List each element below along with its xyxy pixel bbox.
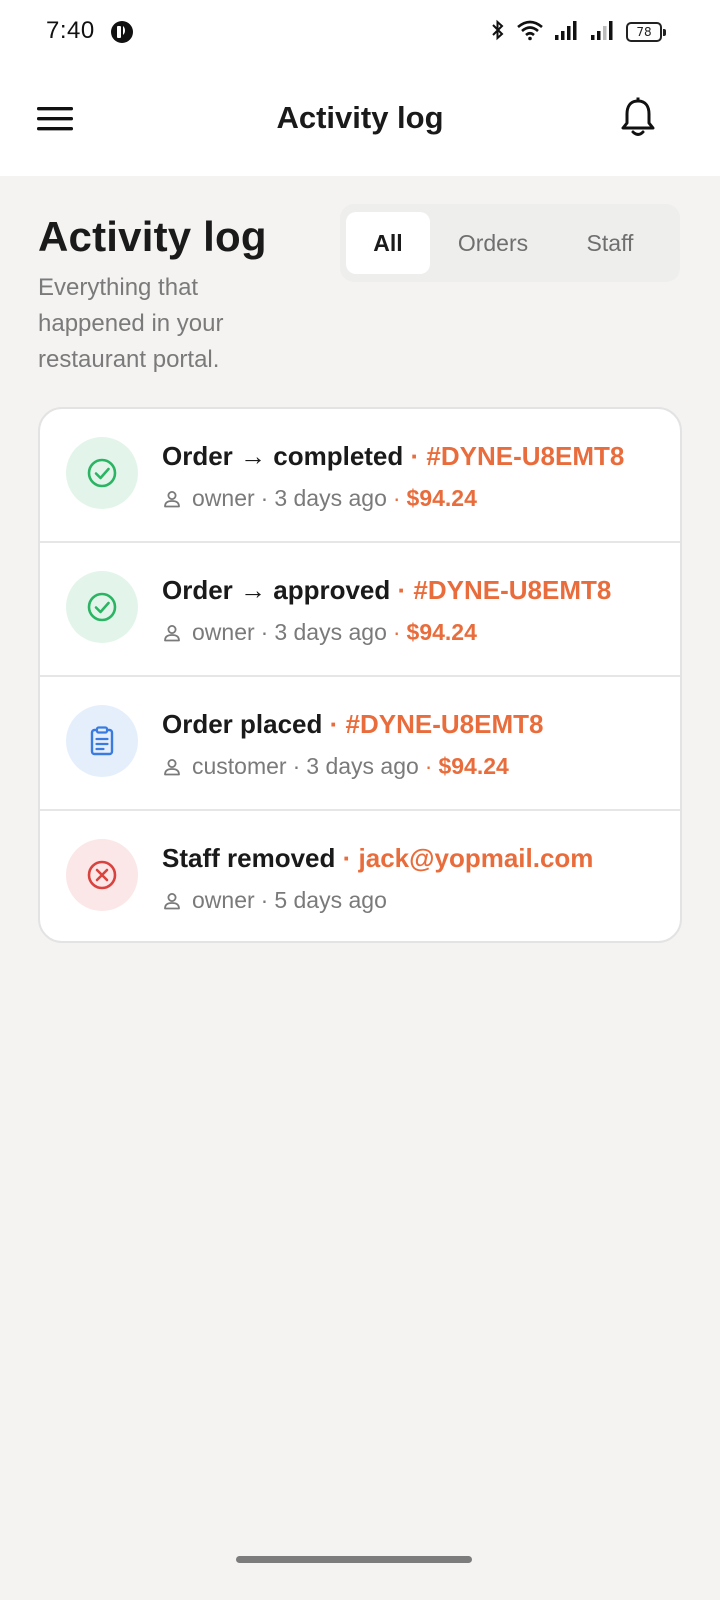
separator: · xyxy=(342,843,352,873)
activity-ref: #DYNE-U8EMT8 xyxy=(413,575,612,605)
separator: · xyxy=(260,619,269,645)
battery-icon: 78 xyxy=(626,22,666,42)
activity-meta: owner · 5 days ago xyxy=(162,887,387,914)
bell-icon[interactable] xyxy=(618,96,658,140)
activity-meta: owner · 3 days ago · $94.24 xyxy=(162,619,477,646)
separator: · xyxy=(260,485,269,511)
activity-time: 3 days ago xyxy=(306,753,419,779)
clipboard-icon xyxy=(66,705,138,777)
activity-ref: #DYNE-U8EMT8 xyxy=(345,709,544,739)
activity-time: 3 days ago xyxy=(274,485,387,511)
activity-amount: $94.24 xyxy=(406,619,477,645)
person-icon xyxy=(162,489,182,509)
app-notification-icon xyxy=(110,20,134,49)
status-time: 7:40 xyxy=(46,17,95,44)
activity-ref: #DYNE-U8EMT8 xyxy=(426,441,625,471)
activity-ref: jack@yopmail.com xyxy=(358,843,594,873)
separator: · xyxy=(424,753,433,779)
activity-action: Order placed xyxy=(162,709,323,739)
separator: · xyxy=(260,887,269,913)
separator: · xyxy=(397,575,407,605)
separator: · xyxy=(292,753,301,779)
tab-all[interactable]: All xyxy=(346,212,430,274)
filter-tabs: All Orders Staff xyxy=(340,204,680,282)
bluetooth-icon xyxy=(490,19,506,46)
separator: · xyxy=(392,619,401,645)
activity-title: Order → completed · #DYNE-U8EMT8 xyxy=(162,441,624,472)
activity-amount: $94.24 xyxy=(406,485,477,511)
list-item[interactable]: Order → completed · #DYNE-U8EMT8 owner ·… xyxy=(40,409,680,543)
check-circle-icon xyxy=(66,571,138,643)
signal-weak-icon xyxy=(590,19,616,46)
person-icon xyxy=(162,623,182,643)
activity-action: Order → completed xyxy=(162,441,404,471)
activity-actor: owner xyxy=(192,485,255,511)
activity-title: Staff removed · jack@yopmail.com xyxy=(162,843,593,874)
signal-icon xyxy=(554,19,580,46)
activity-time: 3 days ago xyxy=(274,619,387,645)
wifi-icon xyxy=(516,19,544,46)
activity-amount: $94.24 xyxy=(438,753,509,779)
activity-time: 5 days ago xyxy=(274,887,387,913)
status-bar: 7:40 78 xyxy=(0,0,720,62)
app-bar: Activity log xyxy=(0,62,720,176)
person-icon xyxy=(162,757,182,777)
home-indicator[interactable] xyxy=(236,1556,472,1563)
x-circle-icon xyxy=(66,839,138,911)
activity-actor: owner xyxy=(192,619,255,645)
activity-action: Order → approved xyxy=(162,575,391,605)
appbar-title: Activity log xyxy=(276,100,444,135)
activity-title: Order → approved · #DYNE-U8EMT8 xyxy=(162,575,611,606)
list-item[interactable]: Order → approved · #DYNE-U8EMT8 owner · … xyxy=(40,543,680,677)
activity-meta: owner · 3 days ago · $94.24 xyxy=(162,485,477,512)
tab-staff[interactable]: Staff xyxy=(556,212,664,274)
tab-orders[interactable]: Orders xyxy=(430,212,556,274)
activity-list: Order → completed · #DYNE-U8EMT8 owner ·… xyxy=(38,407,682,943)
activity-meta: customer · 3 days ago · $94.24 xyxy=(162,753,509,780)
activity-actor: owner xyxy=(192,887,255,913)
separator: · xyxy=(392,485,401,511)
check-circle-icon xyxy=(66,437,138,509)
status-icons: 78 xyxy=(490,19,666,46)
activity-action: Staff removed xyxy=(162,843,336,873)
activity-actor: customer xyxy=(192,753,287,779)
page-title: Activity log xyxy=(38,213,267,260)
separator: · xyxy=(410,441,420,471)
person-icon xyxy=(162,891,182,911)
page-subtitle: Everything that happened in your restaur… xyxy=(38,274,224,373)
list-item[interactable]: Order placed · #DYNE-U8EMT8 customer · 3… xyxy=(40,677,680,811)
separator: · xyxy=(329,709,339,739)
activity-title: Order placed · #DYNE-U8EMT8 xyxy=(162,709,543,740)
list-item[interactable]: Staff removed · jack@yopmail.com owner ·… xyxy=(40,811,680,941)
